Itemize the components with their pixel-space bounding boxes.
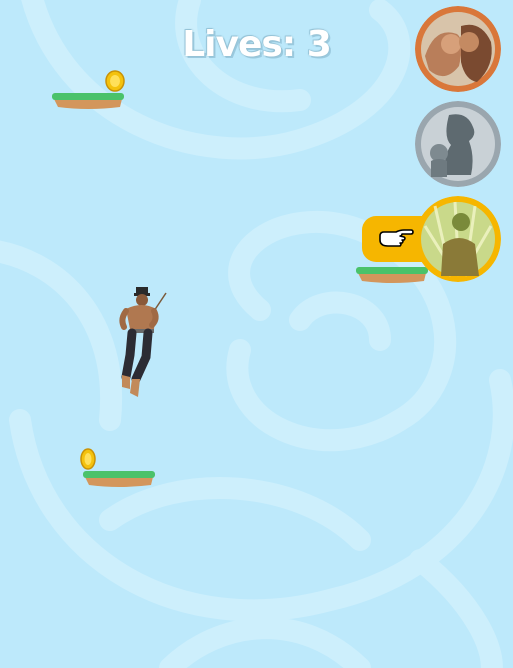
level-2-avatar[interactable]	[415, 101, 501, 187]
couple-portrait-icon	[415, 6, 501, 92]
pointing-hand-icon	[379, 229, 414, 247]
platform	[356, 267, 428, 283]
coin[interactable]	[105, 70, 125, 92]
player-character	[119, 287, 167, 397]
mother-child-portrait-icon	[415, 101, 501, 187]
level-3-avatar[interactable]	[415, 196, 501, 282]
coin[interactable]	[80, 448, 96, 470]
glowing-figure-portrait-icon	[415, 196, 501, 282]
platform	[83, 471, 155, 487]
platform	[52, 93, 124, 109]
level-1-avatar[interactable]	[415, 6, 501, 92]
